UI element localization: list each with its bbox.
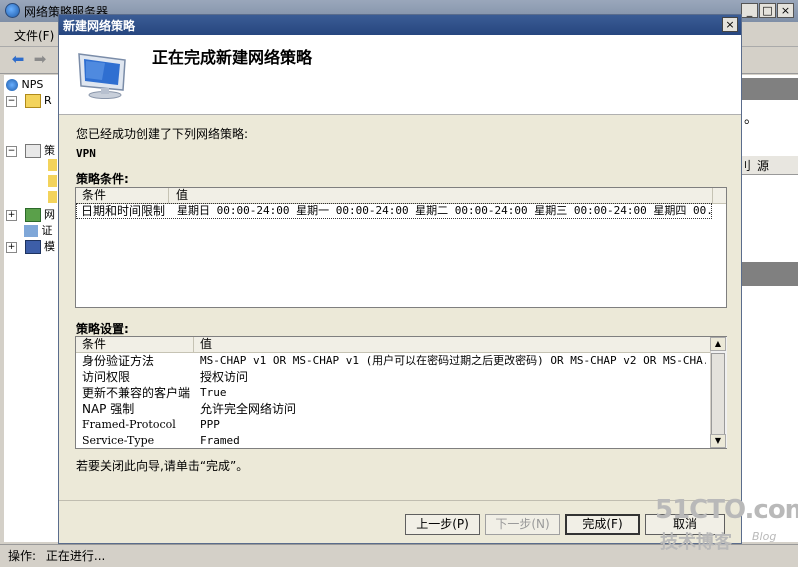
watermark-subtitle: 技术博客 [660,532,732,553]
maximize-icon[interactable]: □ [759,3,776,18]
value-cell: Framed [200,434,240,447]
value-cell: PPP [200,418,220,431]
dialog-title: 新建网络策略 [63,19,136,33]
watermark-site: 51CTO.com [655,495,798,525]
document-icon [24,144,41,158]
tree-label: 策 [44,144,55,157]
tree-item-r[interactable]: − R [6,94,56,110]
folder-icon [48,159,57,171]
conditions-header: 条件 值 [76,188,726,204]
expand-icon[interactable]: + [6,241,17,253]
tree-item-template[interactable]: + 模 [6,238,56,254]
globe-icon [6,79,18,91]
tree-item-folder[interactable] [48,158,58,174]
value-cell: 允许完全网络访问 [200,402,297,416]
monitor-icon [78,53,126,99]
wizard-heading: 正在完成新建网络策略 [152,48,313,67]
condition-cell: Service-Type [82,434,155,447]
scroll-down-icon[interactable]: ▼ [710,434,726,448]
folder-icon [48,175,57,187]
value-cell: 授权访问 [200,370,249,384]
menu-file[interactable]: 文件(F) [14,27,54,44]
minimize-icon[interactable]: _ [741,3,758,18]
expand-icon[interactable]: + [6,209,17,221]
dialog-titlebar [59,15,741,35]
tree-item-nps[interactable]: NPS [6,78,56,94]
value-cell: True [200,386,227,399]
results-pane-header [742,78,798,100]
status-value: 正在进行... [45,549,106,563]
condition-cell: NAP 强制 [82,402,135,416]
policy-name: VPN [76,147,96,160]
value-cell: 星期日 00:00-24:00 星期一 00:00-24:00 星期二 00:0… [177,204,711,217]
column-separator[interactable] [168,188,169,203]
tree-label: 网 [44,208,55,221]
table-row[interactable]: 日期和时间限制 星期日 00:00-24:00 星期一 00:00-24:00 … [76,203,712,219]
tree-label: NPS [21,78,44,91]
next-button[interactable]: 下一步(N) [485,514,560,535]
tree-item-folder[interactable] [48,174,58,190]
dialog-close-icon[interactable]: × [722,17,738,32]
back-arrow-icon[interactable]: ⬅ [8,50,28,68]
settings-header: 条件 值 [76,337,710,353]
success-message: 您已经成功创建了下列网络策略: [76,127,249,141]
table-row[interactable]: 更新不兼容的客户端 [82,385,190,401]
column-separator[interactable] [712,188,713,203]
table-row[interactable]: 访问权限 [82,369,130,385]
results-column-header: 刂 源 [733,156,798,175]
wizard-body [59,115,741,543]
column-header-value[interactable]: 值 [200,337,212,352]
collapse-icon[interactable]: − [6,145,17,157]
column-header-source[interactable]: 源 [757,157,769,174]
watermark-blog: Blog [752,530,777,543]
collapse-icon[interactable]: − [6,95,17,107]
folder-icon [24,94,41,108]
divider [59,500,741,501]
results-pane-section [742,262,798,286]
scroll-up-icon[interactable]: ▲ [710,337,726,351]
template-icon [24,240,41,254]
forward-arrow-icon[interactable]: ➡ [30,50,50,68]
table-row[interactable]: 身份验证方法 [82,353,154,369]
condition-cell: 更新不兼容的客户端 [82,386,191,400]
condition-cell: 访问权限 [82,370,131,384]
close-hint: 若要关闭此向导,请单击“完成”。 [76,459,249,473]
network-icon [24,208,41,222]
policy-settings-label: 策略设置: [76,322,129,336]
condition-cell: Framed-Protocol [82,418,176,431]
window-close-icon[interactable]: × [777,3,794,18]
folder-icon [48,191,57,203]
value-cell: MS-CHAP v1 OR MS-CHAP v1 (用户可以在密码过期之后更改密… [200,354,706,367]
tree-item-policy[interactable]: − 策 [6,142,56,158]
results-pane [742,75,798,542]
table-row[interactable]: Framed-Protocol [82,417,176,433]
nps-globe-icon [5,3,20,18]
policy-conditions-label: 策略条件: [76,172,129,186]
tree-label: R [44,94,52,107]
condition-cell: 身份验证方法 [82,354,155,368]
column-separator[interactable] [193,337,194,352]
column-header-condition[interactable]: 条件 [82,337,106,352]
tree-item-folder[interactable] [48,190,58,206]
tree-label: 模 [44,240,55,253]
scrollbar-thumb[interactable] [711,353,725,435]
certificate-icon [24,225,38,237]
table-row[interactable]: NAP 强制 [82,401,134,417]
policy-settings-list[interactable]: 条件 值 身份验证方法 MS-CHAP v1 OR MS-CHAP v1 (用户… [75,336,727,449]
condition-cell: 日期和时间限制 [81,204,166,218]
column-header-value[interactable]: 值 [176,188,188,203]
table-row[interactable]: Service-Type [82,433,155,448]
tree-label: 证 [41,224,53,237]
column-header-condition[interactable]: 条件 [82,188,106,203]
finish-button[interactable]: 完成(F) [565,514,640,535]
status-label: 操作: [8,549,37,563]
results-marker: 。 [744,111,758,127]
back-button[interactable]: 上一步(P) [405,514,480,535]
status-text: 操作: 正在进行... [8,547,105,564]
tree-item-network[interactable]: + 网 [6,206,56,222]
